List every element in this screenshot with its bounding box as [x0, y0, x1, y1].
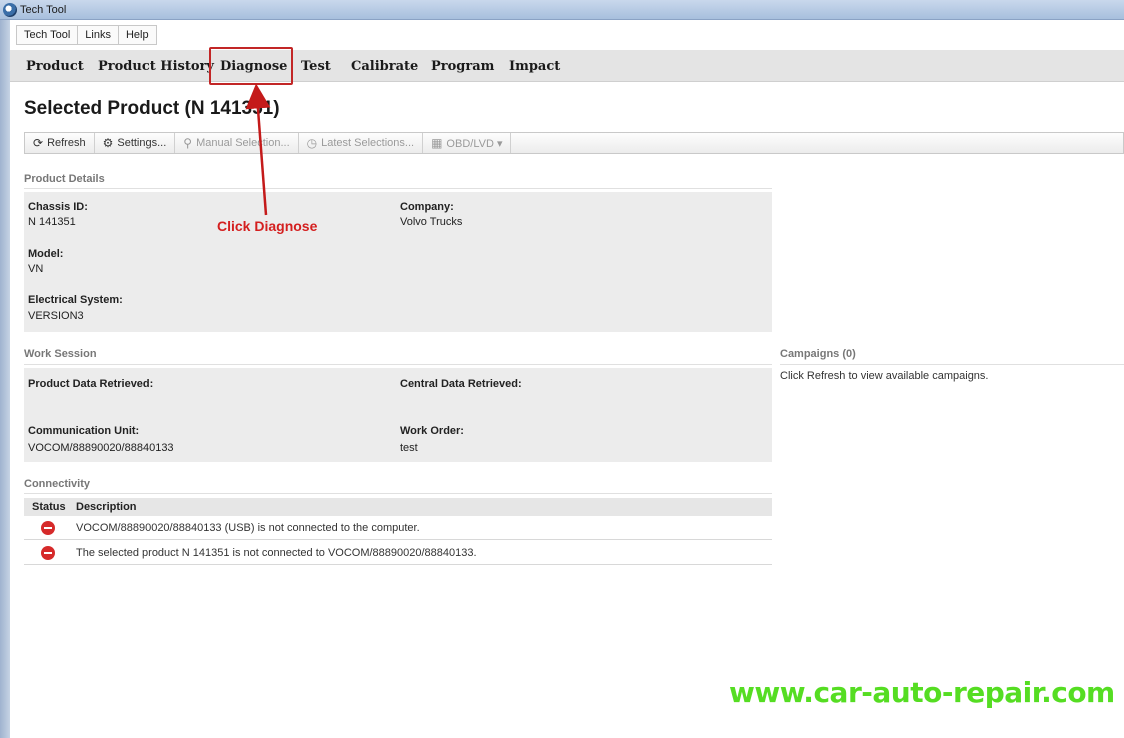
connectivity-heading: Connectivity — [24, 478, 91, 490]
product-details-heading: Product Details — [24, 173, 105, 185]
company-label: Company: — [400, 201, 454, 213]
tab-program[interactable]: Program — [431, 59, 494, 74]
connectivity-table-header: Status Description — [24, 498, 772, 516]
tab-product[interactable]: Product — [26, 59, 84, 74]
clock-icon: ◷ — [306, 136, 318, 150]
work-session-panel: Product Data Retrieved: Central Data Ret… — [24, 368, 772, 462]
campaigns-message: Click Refresh to view available campaign… — [780, 370, 989, 382]
page-title: Selected Product (N 141351) — [24, 98, 280, 119]
divider — [780, 364, 1124, 365]
divider — [24, 493, 772, 494]
work-session-heading: Work Session — [24, 348, 97, 360]
row-description: The selected product N 141351 is not con… — [76, 547, 477, 559]
menu-tech-tool[interactable]: Tech Tool — [17, 26, 79, 44]
window-title: Tech Tool — [20, 4, 67, 16]
company-value: Volvo Trucks — [400, 216, 463, 228]
tab-impact[interactable]: Impact — [509, 59, 560, 74]
search-icon: ⚲ — [183, 136, 193, 150]
divider — [24, 364, 772, 365]
product-details-panel: Chassis ID: N 141351 Company: Volvo Truc… — [24, 192, 772, 332]
chart-icon: ▦ — [431, 136, 443, 150]
gear-icon: ⚙ — [102, 136, 114, 150]
work-order-label: Work Order: — [400, 425, 464, 437]
communication-unit-value: VOCOM/88890020/88840133 — [28, 442, 174, 454]
refresh-label: Refresh — [47, 137, 86, 149]
menubar: Tech Tool Links Help — [16, 25, 157, 45]
obd-lvd-label: OBD/LVD ▾ — [446, 137, 503, 150]
electrical-system-value: VERSION3 — [28, 310, 84, 322]
work-order-value: test — [400, 442, 418, 454]
app-icon — [3, 3, 17, 17]
column-header-status[interactable]: Status — [32, 501, 66, 513]
obd-lvd-dropdown[interactable]: ▦ OBD/LVD ▾ — [423, 133, 512, 153]
window-titlebar: Tech Tool — [0, 0, 1124, 20]
tab-test[interactable]: Test — [301, 59, 331, 74]
communication-unit-label: Communication Unit: — [28, 425, 140, 437]
settings-label: Settings... — [117, 137, 167, 149]
stop-icon — [41, 521, 55, 535]
menu-links[interactable]: Links — [78, 26, 119, 44]
latest-selections-label: Latest Selections... — [321, 137, 415, 149]
refresh-icon: ⟳ — [33, 136, 44, 150]
refresh-button[interactable]: ⟳ Refresh — [25, 133, 95, 153]
product-toolbar: ⟳ Refresh ⚙ Settings... ⚲ Manual Selecti… — [24, 132, 1124, 154]
chassis-id-value: N 141351 — [28, 216, 76, 228]
divider — [24, 188, 772, 189]
electrical-system-label: Electrical System: — [28, 294, 123, 306]
click-diagnose-annotation: Click Diagnose — [217, 218, 318, 234]
model-value: VN — [28, 263, 44, 275]
window-frame-left — [0, 20, 10, 738]
column-header-description[interactable]: Description — [76, 501, 137, 513]
manual-selection-label: Manual Selection... — [196, 137, 290, 149]
product-data-retrieved-label: Product Data Retrieved: — [28, 378, 154, 390]
latest-selections-button[interactable]: ◷ Latest Selections... — [299, 133, 424, 153]
model-label: Model: — [28, 248, 64, 260]
diagnose-highlight-box — [209, 47, 293, 85]
main-tabbar: Product Product History Diagnose Test Ca… — [10, 50, 1124, 82]
table-row[interactable]: The selected product N 141351 is not con… — [24, 541, 772, 565]
tab-product-history[interactable]: Product History — [98, 59, 214, 74]
row-description: VOCOM/88890020/88840133 (USB) is not con… — [76, 522, 420, 534]
table-row[interactable]: VOCOM/88890020/88840133 (USB) is not con… — [24, 516, 772, 540]
watermark-url: www.car-auto-repair.com — [729, 676, 1115, 709]
manual-selection-button[interactable]: ⚲ Manual Selection... — [175, 133, 299, 153]
settings-button[interactable]: ⚙ Settings... — [95, 133, 176, 153]
stop-icon — [41, 546, 55, 560]
campaigns-heading: Campaigns (0) — [780, 348, 856, 360]
tab-calibrate[interactable]: Calibrate — [351, 59, 418, 74]
central-data-retrieved-label: Central Data Retrieved: — [400, 378, 522, 390]
menu-help[interactable]: Help — [119, 26, 156, 44]
chassis-id-label: Chassis ID: — [28, 201, 88, 213]
